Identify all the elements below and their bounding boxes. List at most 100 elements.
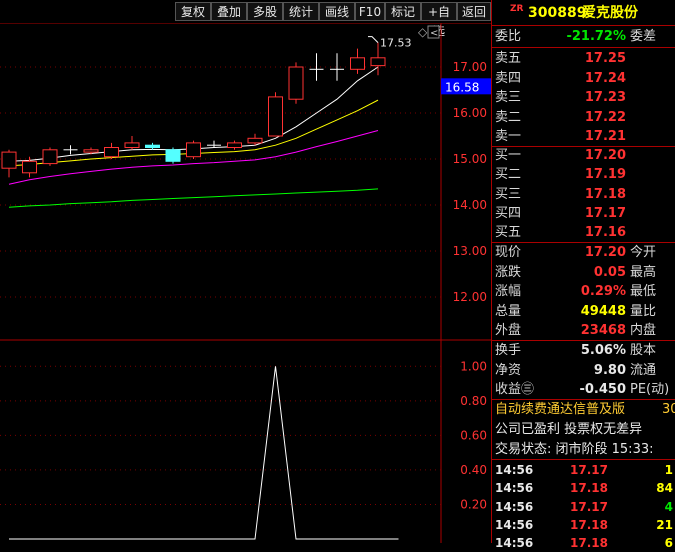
quote-row-2-label: 涨幅 [495,284,522,299]
back-button[interactable]: 返回 [457,2,491,21]
candle-body [165,149,181,162]
candle-body [227,142,242,149]
quote-row-3-value: 49448 [580,303,626,319]
buy-level-2: 买二 17.19 [492,165,675,184]
multi-stock-button[interactable]: 多股 [247,2,283,21]
buy-level-5-label: 买五 [495,225,522,241]
price-tick-label: 12.00 [453,290,487,304]
sell-level-2-value: 17.22 [584,109,626,125]
quote-row-3: 总量 49448 量比 [492,302,675,321]
stat-row-1-label: 净资 [495,362,522,378]
divider [492,25,675,26]
tick-time: 14:56 [495,517,534,532]
stock-header: ZR 300889 爱克股份 [492,2,675,24]
tick-row: 14:56 17.18 6 [492,534,675,552]
sell-level-3: 卖三 17.23 [492,88,675,107]
stat-row-2-label2: PE(动) [630,382,670,397]
volume-tick-label: 0.80 [460,394,487,408]
statistics-button[interactable]: 统计 [283,2,319,21]
quote-row-1-value: 0.05 [593,264,626,280]
mark-button[interactable]: 标记 [385,2,421,21]
stat-row-2-value: -0.450 [579,382,626,397]
tick-vol: 6 [664,536,673,551]
quote-row-0-label: 现价 [495,245,522,260]
weibi-label: 委比 [495,29,522,44]
price-tick-label: 17.00 [453,60,487,74]
volume-tick-label: 0.60 [460,428,487,442]
price-tick-label: 16.00 [453,106,487,120]
tick-row: 14:56 17.17 1 [492,461,675,479]
tick-vol: 1 [664,463,673,477]
quote-row-4-label2: 内盘 [630,323,657,338]
stat-row-1-label2: 流通 [630,362,657,378]
add-watchlist-button[interactable]: +自选 [421,2,457,38]
ma-line-ma60 [8,188,379,208]
f10-button[interactable]: F10 [355,2,385,21]
stat-row-0-value: 5.06% [580,343,626,358]
candle-body [268,96,283,137]
tick-price: 17.18 [570,517,608,532]
stock-name: 爱克股份 [582,5,638,21]
news-ticker-2: 公司已盈利 投票权无差异 [492,420,675,439]
buy-level-4-label: 买四 [495,205,522,221]
tick-price: 17.17 [570,463,608,477]
tick-vol: 21 [656,517,673,532]
sell-level-2-label: 卖二 [495,109,522,125]
weibi-row: 委比 -21.72% 委差 [492,27,675,46]
tick-row: 14:56 17.18 21 [492,516,675,534]
sell-level-5-value: 17.25 [584,51,626,66]
chart-toolbar: 复权 叠加 多股 统计 画线 F10 标记 +自选 返回 [0,0,491,38]
high-marker-arrow [368,36,379,43]
quote-row-1: 涨跌 0.05 最高 [492,263,675,282]
news-text-1: 自动续费通达信普及版 [495,402,626,417]
quote-row-0-value: 17.20 [584,245,626,260]
quote-row-2-value: 0.29% [580,284,626,299]
kline-chart[interactable]: 17.00 16.00 15.00 14.00 13.00 12.00 1.00 0.80 0.… [0,23,491,543]
sell-level-2: 卖二 17.22 [492,108,675,127]
sell-level-3-value: 17.23 [584,90,626,105]
quote-panel: ZR 300889 爱克股份 委比 -21.72% 委差 自动续费通达信普及版 … [491,0,675,550]
diamond-icon: ◇ [418,25,428,39]
quote-row-1-label2: 最高 [630,264,657,280]
news-suffix: 30 [662,402,675,417]
candle-body [83,149,99,153]
zr-badge: ZR [510,4,524,14]
news-text-2: 公司已盈利 投票权无差异 [495,422,643,437]
sell-level-3-label: 卖三 [495,90,522,105]
candle-body [104,147,119,158]
stat-row-1: 净资 9.80 流通 [492,361,675,380]
volume-tick-label: 0.40 [460,463,487,477]
buy-level-5-value: 17.16 [584,225,626,241]
buy-level-1: 买一 17.20 [492,146,675,165]
quote-row-4-label: 外盘 [495,323,522,338]
volume-tick-label: 1.00 [460,359,487,373]
buy-level-2-value: 17.19 [584,167,626,183]
price-tick-label: 14.00 [453,198,487,212]
candle-body [288,66,304,100]
buy-level-4-value: 17.17 [584,205,626,221]
overlay-button[interactable]: 叠加 [211,2,247,21]
current-price-tag: 16.58 [445,80,479,94]
weicha-label: 委差 [630,29,657,44]
candle-body [22,160,37,174]
candle-body [124,142,140,149]
buy-level-3-value: 17.18 [584,186,626,202]
volume-line [9,366,399,540]
buy-level-2-label: 买二 [495,167,522,183]
candle-body [1,151,17,169]
tick-time: 14:56 [495,463,534,477]
news-ticker-1[interactable]: 自动续费通达信普及版 30 [492,400,675,419]
buy-level-4: 买四 17.17 [492,204,675,223]
tick-vol: 4 [664,499,673,514]
draw-line-button[interactable]: 画线 [319,2,355,21]
divider [492,459,675,460]
sell-level-1: 卖一 17.21 [492,127,675,146]
tick-price: 17.18 [570,536,608,551]
buy-level-1-label: 买一 [495,148,522,163]
scroll-left-icon: < [430,28,438,39]
fuquan-button[interactable]: 复权 [175,2,211,21]
quote-row-2: 涨幅 0.29% 最低 [492,282,675,301]
volume-tick-label: 0.20 [460,497,487,511]
stat-row-2: 收益㊂ -0.450 PE(动) [492,380,675,399]
sell-level-1-label: 卖一 [495,129,522,144]
